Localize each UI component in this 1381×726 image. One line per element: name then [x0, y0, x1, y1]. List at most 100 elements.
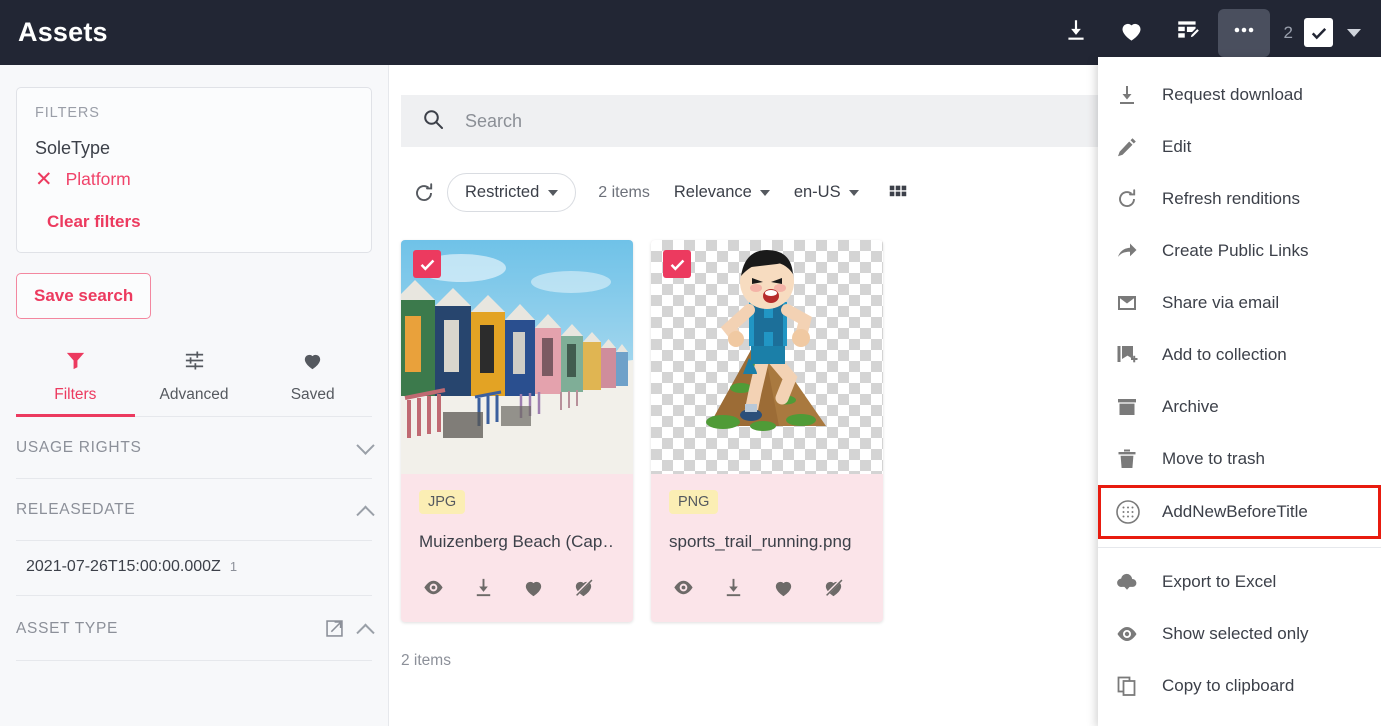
tab-saved[interactable]: Saved: [253, 341, 372, 416]
tab-advanced-label: Advanced: [159, 386, 229, 403]
menu-item-move-to-trash[interactable]: Move to trash: [1098, 433, 1381, 485]
active-filters-card: FILTERS SoleType ✕ Platform Clear filter…: [16, 87, 372, 253]
asset-select-checkbox[interactable]: [413, 250, 441, 278]
facet-releasedate-value-row[interactable]: 2021-07-26T15:00:00.000Z 1: [16, 541, 372, 596]
facet-releasedate-label: RELEASEDATE: [16, 501, 136, 518]
sort-dropdown[interactable]: Relevance: [674, 183, 770, 202]
header-actions: 2: [1050, 8, 1365, 57]
chevron-up-icon: [356, 504, 375, 524]
restricted-filter-dropdown[interactable]: Restricted: [447, 173, 577, 212]
menu-item-label: Show selected only: [1162, 624, 1309, 643]
sort-label: Relevance: [673, 183, 752, 201]
menu-item-addnewbeforetitle[interactable]: AddNewBeforeTitle: [1098, 485, 1381, 539]
facet-asset-type[interactable]: ASSET TYPE: [16, 596, 375, 661]
menu-item-edit[interactable]: Edit: [1098, 121, 1381, 173]
tab-saved-label: Saved: [290, 386, 335, 403]
asset-thumbnail[interactable]: [651, 240, 883, 474]
search-placeholder: Search: [465, 110, 523, 131]
close-icon[interactable]: ✕: [35, 169, 53, 190]
locale-dropdown[interactable]: en-US: [794, 183, 859, 202]
asset-card-actions: [422, 576, 615, 599]
chevron-down-icon: [548, 189, 559, 196]
add-collection-icon: [1115, 343, 1162, 367]
menu-item-add-to-collection[interactable]: Add to collection: [1098, 329, 1381, 381]
heart-icon: [301, 349, 324, 377]
open-external-icon[interactable]: [324, 618, 345, 639]
dotted-circle-icon: [1115, 499, 1162, 525]
download-icon: [1115, 83, 1162, 107]
grid-view-button[interactable]: [887, 182, 909, 204]
tab-advanced[interactable]: Advanced: [135, 341, 254, 416]
select-all-dropdown-icon[interactable]: [1347, 28, 1361, 37]
menu-item-archive[interactable]: Archive: [1098, 381, 1381, 433]
menu-item-share-via-email[interactable]: Share via email: [1098, 277, 1381, 329]
page-title: Assets: [18, 17, 108, 47]
menu-item-copy-to-clipboard[interactable]: Copy to clipboard: [1098, 660, 1381, 712]
favorite-button[interactable]: [1106, 9, 1158, 57]
asset-thumbnail[interactable]: [401, 240, 633, 474]
menu-item-label: Refresh renditions: [1162, 189, 1300, 208]
menu-item-export-to-excel[interactable]: Export to Excel: [1098, 556, 1381, 608]
menu-item-refresh-renditions[interactable]: Refresh renditions: [1098, 173, 1381, 225]
menu-item-create-public-links[interactable]: Create Public Links: [1098, 225, 1381, 277]
envelope-icon: [1115, 291, 1162, 315]
active-filter-chip[interactable]: ✕ Platform: [35, 169, 353, 190]
tab-filters[interactable]: Filters: [16, 341, 135, 417]
menu-item-request-download[interactable]: Request download: [1098, 69, 1381, 121]
more-options-icon: [1231, 17, 1257, 48]
facet-usage-rights-label: USAGE RIGHTS: [16, 439, 142, 456]
eye-icon: [1115, 622, 1162, 646]
menu-item-label: Request download: [1162, 85, 1303, 104]
more-options-button[interactable]: [1217, 8, 1270, 57]
save-search-button[interactable]: Save search: [16, 273, 152, 319]
check-icon: [670, 259, 684, 271]
facet-count: 1: [229, 559, 238, 574]
funnel-icon: [64, 349, 87, 377]
heart-slash-icon[interactable]: [822, 576, 845, 599]
facet-asset-type-label: ASSET TYPE: [16, 619, 119, 637]
results-count: 2 items: [598, 183, 650, 201]
facet-releasedate[interactable]: RELEASEDATE: [16, 479, 375, 541]
menu-divider: [1098, 547, 1381, 548]
chevron-down-icon: [848, 189, 859, 196]
download-button[interactable]: [1050, 9, 1102, 57]
heart-icon[interactable]: [522, 576, 545, 599]
menu-item-label: Move to trash: [1162, 449, 1265, 468]
filters-sidebar: FILTERS SoleType ✕ Platform Clear filter…: [0, 65, 389, 726]
asset-title: Muizenberg Beach (Cap…: [419, 532, 615, 551]
select-all-checkbox[interactable]: [1304, 18, 1333, 47]
chevron-down-icon: [759, 189, 770, 196]
menu-item-label: Share via email: [1162, 293, 1280, 312]
archive-icon: [1115, 395, 1162, 419]
restricted-filter-label: Restricted: [465, 183, 540, 201]
filter-group-name: SoleType: [35, 138, 111, 158]
check-icon: [420, 259, 434, 271]
asset-card[interactable]: JPG Muizenberg Beach (Cap…: [401, 240, 633, 622]
heart-icon[interactable]: [772, 576, 795, 599]
pencil-icon: [1115, 135, 1162, 159]
clear-filters-button[interactable]: Clear filters: [47, 212, 141, 232]
sidebar-tabs: Filters Advanced Saved: [16, 341, 372, 417]
filters-heading: FILTERS: [35, 105, 100, 121]
edit-metadata-icon: [1175, 17, 1201, 48]
asset-card[interactable]: PNG sports_trail_running.png: [651, 240, 883, 622]
eye-icon[interactable]: [672, 576, 695, 599]
search-icon: [421, 107, 445, 136]
refresh-button[interactable]: [401, 181, 447, 205]
download-icon: [1063, 17, 1089, 48]
edit-metadata-button[interactable]: [1162, 9, 1214, 57]
facet-usage-rights[interactable]: USAGE RIGHTS: [16, 417, 375, 479]
download-icon[interactable]: [472, 576, 495, 599]
cloud-download-icon: [1115, 570, 1162, 594]
more-options-menu: Request download Edit Refresh renditions…: [1098, 57, 1381, 726]
eye-icon[interactable]: [422, 576, 445, 599]
menu-item-show-selected-only[interactable]: Show selected only: [1098, 608, 1381, 660]
asset-card-body: JPG Muizenberg Beach (Cap…: [401, 474, 633, 599]
format-badge: JPG: [419, 490, 466, 514]
selected-count: 2: [1283, 22, 1293, 42]
active-filter-label: Platform: [65, 169, 131, 189]
download-icon[interactable]: [722, 576, 745, 599]
asset-select-checkbox[interactable]: [663, 250, 691, 278]
assets-page: Assets 2 FILTERS SoleType ✕ Platform Cle…: [0, 0, 1381, 726]
heart-slash-icon[interactable]: [572, 576, 595, 599]
